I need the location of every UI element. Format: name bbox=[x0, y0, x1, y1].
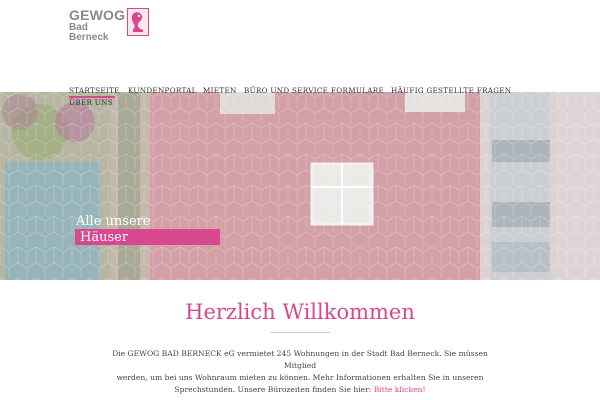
logo-line2: Bad Berneck bbox=[69, 22, 109, 43]
nav-item-ueber-uns[interactable]: ÜBER UNS bbox=[69, 98, 113, 107]
intro-line1: Die GEWOG BAD BERNECK eG vermietet 245 W… bbox=[112, 349, 488, 370]
nav-item-formulare[interactable]: FORMULARE bbox=[331, 86, 384, 95]
hero-caption-line2[interactable]: Häuser bbox=[80, 230, 128, 245]
nav-item-faq[interactable]: HÄUFIG GESTELLTE FRAGEN bbox=[391, 86, 511, 95]
coat-of-arms-icon bbox=[127, 8, 149, 36]
intro-line3: Sprechstunden. Unsere Bürozeiten finden … bbox=[174, 385, 372, 394]
nav-item-buero-und-service[interactable]: BÜRO UND SERVICE bbox=[244, 86, 328, 95]
nav-item-startseite[interactable]: STARTSEITE bbox=[69, 86, 120, 95]
intro-text: Die GEWOG BAD BERNECK eG vermietet 245 W… bbox=[110, 348, 490, 396]
page-title: Herzlich Willkommen bbox=[185, 300, 415, 324]
nav-item-kundenportal[interactable]: KUNDENPORTAL bbox=[128, 86, 197, 95]
site-logo[interactable]: GEWOG Bad Berneck bbox=[69, 7, 151, 43]
title-divider bbox=[270, 332, 330, 333]
logo-line1: GEWOG bbox=[69, 7, 126, 23]
hero-image bbox=[0, 92, 600, 280]
office-hours-link[interactable]: Bitte klicken! bbox=[374, 385, 426, 394]
main-navigation: STARTSEITE KUNDENPORTAL MIETEN BÜRO UND … bbox=[69, 86, 511, 108]
hero-caption-line1[interactable]: Alle unsere bbox=[76, 214, 151, 229]
building-photo bbox=[0, 92, 600, 280]
intro-line2: werden, um bei uns Wohnraum mieten zu kö… bbox=[116, 373, 484, 382]
nav-item-mieten[interactable]: MIETEN bbox=[203, 86, 237, 95]
